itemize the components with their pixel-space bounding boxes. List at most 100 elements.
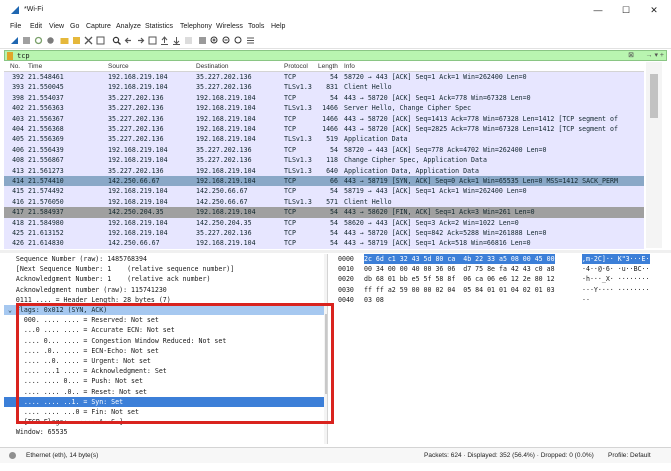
hex-line[interactable]: 0010 00 34 00 00 40 00 36 06 d7 75 8e fa … bbox=[336, 264, 662, 274]
column-info[interactable]: Info bbox=[344, 63, 355, 70]
packet-cell-dst: 35.227.202.136 bbox=[196, 83, 252, 92]
packet-row[interactable]: 398 21.554037 35.227.202.136 192.168.219.10… bbox=[4, 92, 644, 104]
hex-bytes[interactable]: 2c 6d c1 32 43 5d 80 ca 4b 22 33 a5 08 0… bbox=[364, 254, 555, 265]
stop-icon[interactable] bbox=[22, 36, 31, 45]
goto-icon[interactable] bbox=[148, 36, 157, 45]
zoom-out-icon[interactable] bbox=[222, 36, 231, 45]
menu-wireless[interactable]: Wireless bbox=[216, 23, 243, 30]
autoscroll-icon[interactable] bbox=[184, 36, 193, 45]
resize-columns-icon[interactable] bbox=[246, 36, 255, 45]
minimize-button[interactable]: — bbox=[585, 3, 611, 17]
menu-view[interactable]: View bbox=[49, 23, 64, 30]
packet-row[interactable]: 413 21.561273 35.227.202.136 192.168.219.10… bbox=[4, 165, 644, 176]
first-icon[interactable] bbox=[160, 36, 169, 45]
packet-row[interactable]: 416 21.576050 192.168.219.104 142.250.66.67… bbox=[4, 196, 644, 208]
hex-ascii[interactable]: ·· bbox=[582, 295, 590, 305]
last-icon[interactable] bbox=[172, 36, 181, 45]
column-time[interactable]: Time bbox=[28, 63, 42, 70]
packet-row[interactable]: 405 21.556369 35.227.202.136 192.168.219.10… bbox=[4, 134, 644, 145]
hex-bytes[interactable]: db 68 01 bb e5 5f 58 8f 06 ca 06 e6 12 2… bbox=[364, 274, 555, 284]
reload-icon[interactable] bbox=[96, 36, 105, 45]
packet-row[interactable]: 418 21.584980 192.168.219.104 142.250.204.3… bbox=[4, 217, 644, 228]
packet-row[interactable]: 408 21.556867 192.168.219.104 35.227.202.13… bbox=[4, 155, 644, 166]
back-icon[interactable] bbox=[124, 36, 133, 45]
packet-row[interactable]: 425 21.613152 192.168.219.104 35.227.202.13… bbox=[4, 228, 644, 239]
hex-bytes[interactable]: 00 34 00 00 40 00 36 06 d7 75 8e fa 42 4… bbox=[364, 264, 555, 274]
packet-row[interactable]: 414 21.574410 142.250.66.67 192.168.219.104… bbox=[4, 176, 644, 187]
column-source[interactable]: Source bbox=[108, 63, 129, 70]
menu-analyze[interactable]: Analyze bbox=[116, 23, 141, 30]
open-icon[interactable] bbox=[60, 36, 69, 45]
packet-row[interactable]: 404 21.556368 35.227.202.136 192.168.219.10… bbox=[4, 124, 644, 135]
packet-cell-proto: TCP bbox=[284, 93, 296, 102]
options-icon[interactable] bbox=[46, 36, 55, 45]
hex-offset: 0000 bbox=[338, 255, 354, 263]
shark-fin-icon[interactable] bbox=[10, 36, 19, 45]
forward-icon[interactable] bbox=[136, 36, 145, 45]
packet-list-scrollbar[interactable] bbox=[646, 62, 662, 248]
packet-list-scroll-thumb[interactable] bbox=[650, 74, 658, 118]
packet-cell-info: 58719 → 443 [ACK] Seq=1 Ack=1 Win=262400… bbox=[344, 187, 527, 196]
profile-status[interactable]: Profile: Default bbox=[608, 452, 651, 459]
clear-filter-button[interactable]: ⊠ bbox=[628, 51, 634, 59]
zoom-reset-icon[interactable] bbox=[234, 36, 243, 45]
bookmark-icon[interactable] bbox=[7, 52, 13, 60]
hex-line[interactable]: 0020 db 68 01 bb e5 5f 58 8f 06 ca 06 e6 … bbox=[336, 274, 662, 284]
menu-help[interactable]: Help bbox=[271, 23, 285, 30]
menu-statistics[interactable]: Statistics bbox=[145, 23, 173, 30]
column-destination[interactable]: Destination bbox=[196, 63, 229, 70]
packet-cell-len: 1466 bbox=[322, 125, 338, 133]
packet-cell-len: 54 bbox=[330, 218, 338, 227]
zoom-in-icon[interactable] bbox=[210, 36, 219, 45]
packet-row[interactable]: 403 21.556367 35.227.202.136 192.168.219.10… bbox=[4, 113, 644, 124]
display-filter-bar[interactable]: tcp ⊠ → ▾ + bbox=[4, 50, 667, 61]
close-file-icon[interactable] bbox=[84, 36, 93, 45]
packet-cell-time: 21.548461 bbox=[28, 73, 64, 81]
detail-line[interactable]: Acknowledgment number (raw): 115741230 bbox=[4, 285, 324, 295]
menu-file[interactable]: File bbox=[10, 23, 21, 30]
find-icon[interactable] bbox=[112, 36, 121, 45]
menu-tools[interactable]: Tools bbox=[248, 23, 264, 30]
packet-row[interactable]: 402 21.556363 35.227.202.136 192.168.219.10… bbox=[4, 103, 644, 114]
display-filter-input[interactable]: tcp bbox=[17, 52, 30, 60]
packet-row[interactable]: 426 21.614830 142.250.66.67 192.168.219.104… bbox=[4, 238, 644, 249]
hex-line[interactable]: 0040 03 08 ·· bbox=[336, 295, 662, 305]
packet-row[interactable]: 392 21.548461 192.168.219.104 35.227.202.13… bbox=[4, 72, 644, 83]
hex-bytes[interactable]: ff ff a2 59 00 00 02 04 05 84 01 01 04 0… bbox=[364, 285, 555, 295]
packet-cell-time: 21.613152 bbox=[28, 229, 64, 237]
hex-ascii[interactable]: ···Y···· ········ bbox=[582, 285, 650, 295]
hex-ascii[interactable]: ·4··@·6· ·u··BC·· bbox=[582, 264, 650, 274]
detail-line[interactable]: Sequence Number (raw): 1485768394 bbox=[4, 254, 324, 264]
hex-line[interactable]: 0000 2c 6d c1 32 43 5d 80 ca 4b 22 33 a5 … bbox=[336, 254, 662, 265]
hex-bytes[interactable]: 03 08 bbox=[364, 295, 384, 305]
detail-line[interactable]: Window: 65535 bbox=[4, 427, 324, 437]
column-protocol[interactable]: Protocol bbox=[284, 63, 308, 70]
maximize-button[interactable]: ☐ bbox=[613, 3, 639, 17]
colorize-icon[interactable] bbox=[198, 36, 207, 45]
pane-splitter[interactable] bbox=[0, 250, 671, 253]
menu-telephony[interactable]: Telephony bbox=[180, 23, 212, 30]
menu-capture[interactable]: Capture bbox=[86, 23, 111, 30]
restart-icon[interactable] bbox=[34, 36, 43, 45]
save-icon[interactable] bbox=[72, 36, 81, 45]
detail-line[interactable]: [Next Sequence Number: 1 (relative seque… bbox=[4, 264, 324, 274]
packet-cell-no: 393 bbox=[12, 83, 24, 92]
packet-row[interactable]: 415 21.574492 192.168.219.104 142.250.66.67… bbox=[4, 186, 644, 197]
hex-ascii[interactable]: ,m·2C]·· K"3···E· bbox=[582, 254, 650, 265]
apply-filter-button[interactable]: → ▾ + bbox=[646, 51, 665, 59]
packet-row[interactable]: 393 21.550045 192.168.219.104 35.227.202.13… bbox=[4, 82, 644, 93]
menu-go[interactable]: Go bbox=[70, 23, 79, 30]
close-button[interactable]: ✕ bbox=[641, 3, 667, 17]
packet-cell-src: 142.250.66.67 bbox=[108, 239, 160, 248]
column-no[interactable]: No. bbox=[10, 63, 20, 70]
packet-row[interactable]: 406 21.556439 192.168.219.104 35.227.202.13… bbox=[4, 144, 644, 156]
detail-line[interactable]: Acknowledgment Number: 1 (relative ack n… bbox=[4, 274, 324, 284]
hex-line[interactable]: 0030 ff ff a2 59 00 00 02 04 05 84 01 01 … bbox=[336, 285, 662, 295]
packet-row[interactable]: 417 21.584937 142.250.204.35 192.168.219.10… bbox=[4, 207, 644, 218]
packet-list-header: No. Time Source Destination Protocol Len… bbox=[4, 62, 644, 72]
column-length[interactable]: Length bbox=[318, 63, 338, 70]
hex-ascii[interactable]: ·h···_X· ········ bbox=[582, 274, 650, 284]
capture-status-icon[interactable] bbox=[9, 452, 16, 459]
menu-edit[interactable]: Edit bbox=[30, 23, 42, 30]
packet-cell-time: 21.556363 bbox=[28, 104, 64, 113]
